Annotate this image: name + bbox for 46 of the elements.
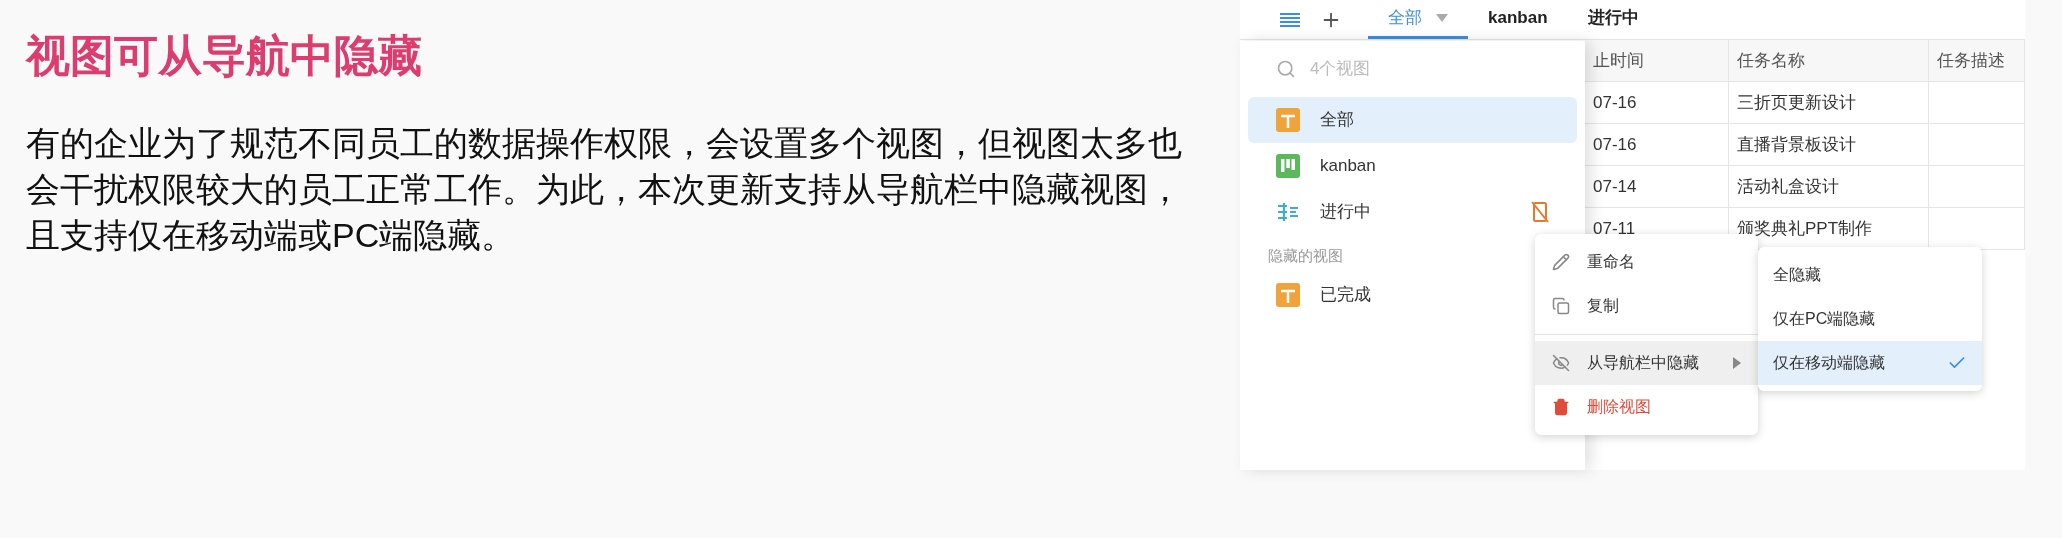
table-cell-text: 三折页更新设计 [1737,91,1856,114]
table-cell-text: 07-16 [1593,91,1637,114]
submenu-item-label: 仅在移动端隐藏 [1773,353,1885,373]
view-name: kanban [1320,155,1376,178]
view-name: 进行中 [1320,201,1371,224]
view-tab[interactable]: 进行中 [1567,0,1659,39]
table-view-icon [1276,282,1300,307]
column-header: 任务描述 [1929,40,2025,81]
menu-icon[interactable] [1280,11,1300,28]
caret-down-icon [1436,14,1448,22]
kanban-view-icon [1276,154,1300,178]
copy-icon [1552,297,1570,315]
view-item[interactable]: 全部 [1248,97,1577,143]
menu-item[interactable]: 删除视图 [1535,385,1758,429]
menu-item-label: 从导航栏中隐藏 [1587,353,1699,373]
view-name: 全部 [1320,109,1354,132]
trash-icon [1552,398,1570,416]
view-item[interactable]: kanban [1248,143,1577,189]
view-tab[interactable]: kanban [1468,0,1568,39]
submenu-item[interactable]: 全隐藏 [1758,253,1982,297]
menu-item[interactable]: 从导航栏中隐藏 [1535,341,1758,385]
submenu-arrow-icon [1733,357,1741,369]
heading: 视图可从导航中隐藏 [26,30,423,82]
submenu-item-label: 全隐藏 [1773,265,1821,285]
submenu-item[interactable]: 仅在移动端隐藏 [1758,341,1982,385]
search-icon [1276,59,1296,79]
eye-off-icon [1552,354,1570,372]
view-name: 已完成 [1320,283,1371,306]
search-field[interactable]: 4个视图 [1310,56,1510,82]
table-cell-text: 直播背景板设计 [1737,133,1856,156]
menu-item-label: 重命名 [1587,252,1635,272]
gantt-view-icon [1276,201,1300,223]
table-cell-text: 07-11 [1593,217,1636,240]
section-label: 隐藏的视图 [1268,246,1343,266]
submenu-item[interactable]: 仅在PC端隐藏 [1758,297,1982,341]
submenu-item-label: 仅在PC端隐藏 [1773,309,1876,329]
column-header: 任务名称 [1729,40,1929,81]
table-cell-text: 07-16 [1593,133,1637,156]
table-cell-text: 活动礼盒设计 [1737,175,1839,198]
table-cell-text: 07-14 [1593,175,1637,198]
menu-item-label: 复制 [1587,296,1619,316]
menu-item-label: 删除视图 [1587,397,1651,417]
paragraph: 有的企业为了规范不同员工的数据操作权限，会设置多个视图，但视图太多也会干扰权限较大的员工正常工作。为此，本次更新支持从导航栏中隐藏视图，且支持仅在移动端或PC端隐藏。 [26,123,1183,256]
table-view-icon [1276,108,1300,132]
pencil-icon [1552,253,1570,271]
view-item[interactable]: 进行中 [1248,189,1577,235]
